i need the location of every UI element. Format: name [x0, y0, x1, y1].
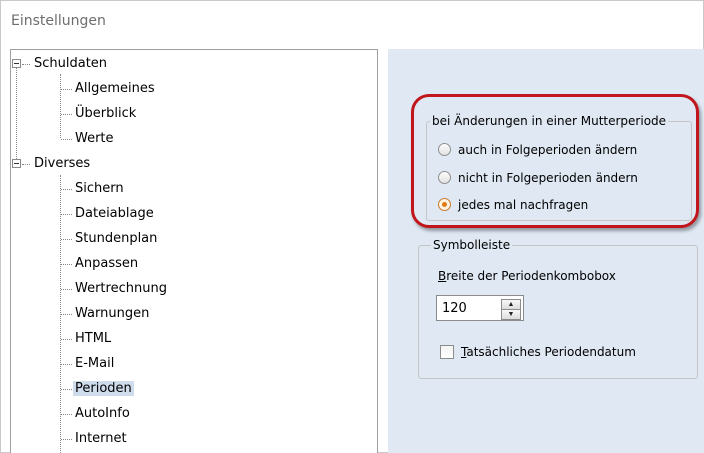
label-text: reite der Periodenkombobox: [446, 269, 616, 283]
tree-connector: [61, 289, 72, 290]
tree-item-html[interactable]: HTML: [73, 328, 113, 352]
tree-item-label: Stundenplan: [75, 231, 158, 246]
tree-connector: [61, 214, 72, 215]
tree-group-label: Diverses: [34, 156, 91, 171]
collapse-icon[interactable]: [12, 159, 21, 168]
tree-item-label: AutoInfo: [75, 406, 130, 421]
radio-option-nachfragen[interactable]: jedes mal nachfragen: [438, 195, 678, 215]
spin-value[interactable]: 120: [442, 301, 467, 316]
label-text: atsächliches Periodendatum: [466, 345, 636, 359]
collapse-icon[interactable]: [12, 59, 21, 68]
tree-connector: [22, 164, 30, 165]
tree-item-email[interactable]: E-Mail: [73, 353, 116, 377]
tree-item-label: E-Mail: [75, 356, 115, 371]
tree-item-sichern[interactable]: Sichern: [73, 178, 126, 202]
radio-label: nicht in Folgeperioden ändern: [458, 171, 638, 185]
tree-item-label: Internet: [75, 431, 127, 446]
radio-button[interactable]: [438, 143, 451, 156]
radio-option-nicht[interactable]: nicht in Folgeperioden ändern: [438, 168, 678, 188]
tree-connector: [61, 114, 72, 115]
tree-item-label: Sichern: [75, 181, 124, 196]
tree-connector: [61, 264, 72, 265]
tree-item-label: Perioden: [73, 381, 134, 396]
tree-connector: [16, 65, 17, 163]
tree-item-label: Allgemeines: [75, 81, 155, 96]
tree-item-dateiablage[interactable]: Dateiablage: [73, 203, 156, 227]
radio-button[interactable]: [438, 171, 451, 184]
tree-connector: [61, 139, 72, 140]
tree-connector: [61, 239, 72, 240]
radio-label: jedes mal nachfragen: [458, 198, 589, 212]
tree-connector: [61, 389, 72, 390]
settings-tree[interactable]: Schuldaten Allgemeines Überblick Werte D…: [10, 49, 378, 453]
tree-item-label: Dateiablage: [75, 206, 154, 221]
tree-connector: [22, 64, 30, 65]
title-bar: Einstellungen: [1, 1, 703, 43]
tree-item-perioden[interactable]: Perioden: [73, 378, 134, 402]
tree-item-wertrechnung[interactable]: Wertrechnung: [73, 278, 169, 302]
tree-item-stundenplan[interactable]: Stundenplan: [73, 228, 159, 252]
tree-item-label: Überblick: [75, 106, 137, 121]
tree-item-werte[interactable]: Werte: [73, 128, 116, 152]
tree-item-label: Werte: [75, 131, 114, 146]
tree-item-ueberblick[interactable]: Überblick: [73, 103, 138, 127]
width-field-label: Breite der Periodenkombobox: [438, 269, 616, 283]
tree-connector: [61, 189, 72, 190]
tree-item-label: Anpassen: [75, 256, 139, 271]
tree-connector: [61, 89, 72, 90]
tree-group-schuldaten[interactable]: Schuldaten: [32, 53, 109, 77]
tree-item-anpassen[interactable]: Anpassen: [73, 253, 140, 277]
actual-date-checkbox[interactable]: [440, 345, 454, 359]
tree-connector: [61, 414, 72, 415]
tree-item-allgemeines[interactable]: Allgemeines: [73, 78, 157, 102]
radio-label: auch in Folgeperioden ändern: [458, 143, 638, 157]
tree-item-label: HTML: [75, 331, 112, 346]
tree-item-internet[interactable]: Internet: [73, 428, 129, 452]
window-title: Einstellungen: [11, 13, 106, 29]
toolbar-group-caption: Symbolleiste: [431, 238, 513, 252]
tree-group-diverses[interactable]: Diverses: [32, 153, 92, 177]
width-spinbox[interactable]: 120 ▲ ▼: [436, 295, 524, 321]
changes-group-caption: bei Änderungen in einer Mutterperiode: [430, 114, 669, 128]
tree-item-label: Warnungen: [75, 306, 150, 321]
tree-connector: [61, 314, 72, 315]
radio-button-checked[interactable]: [438, 198, 451, 211]
tree-connector: [61, 439, 72, 440]
actual-date-label: Tatsächliches Periodendatum: [461, 345, 636, 359]
tree-connector: [61, 339, 72, 340]
tree-connector: [61, 364, 72, 365]
accelerator-key: B: [438, 269, 447, 283]
tree-item-warnungen[interactable]: Warnungen: [73, 303, 151, 327]
tree-item-autoinfo[interactable]: AutoInfo: [73, 403, 132, 427]
settings-window: Einstellungen Schuldaten Allgemeines Übe…: [0, 0, 704, 453]
radio-option-auch[interactable]: auch in Folgeperioden ändern: [438, 140, 678, 160]
tree-connector: [60, 74, 61, 138]
tree-group-label: Schuldaten: [34, 56, 108, 71]
spin-down-icon[interactable]: ▼: [501, 309, 521, 320]
tree-item-label: Wertrechnung: [75, 281, 167, 296]
